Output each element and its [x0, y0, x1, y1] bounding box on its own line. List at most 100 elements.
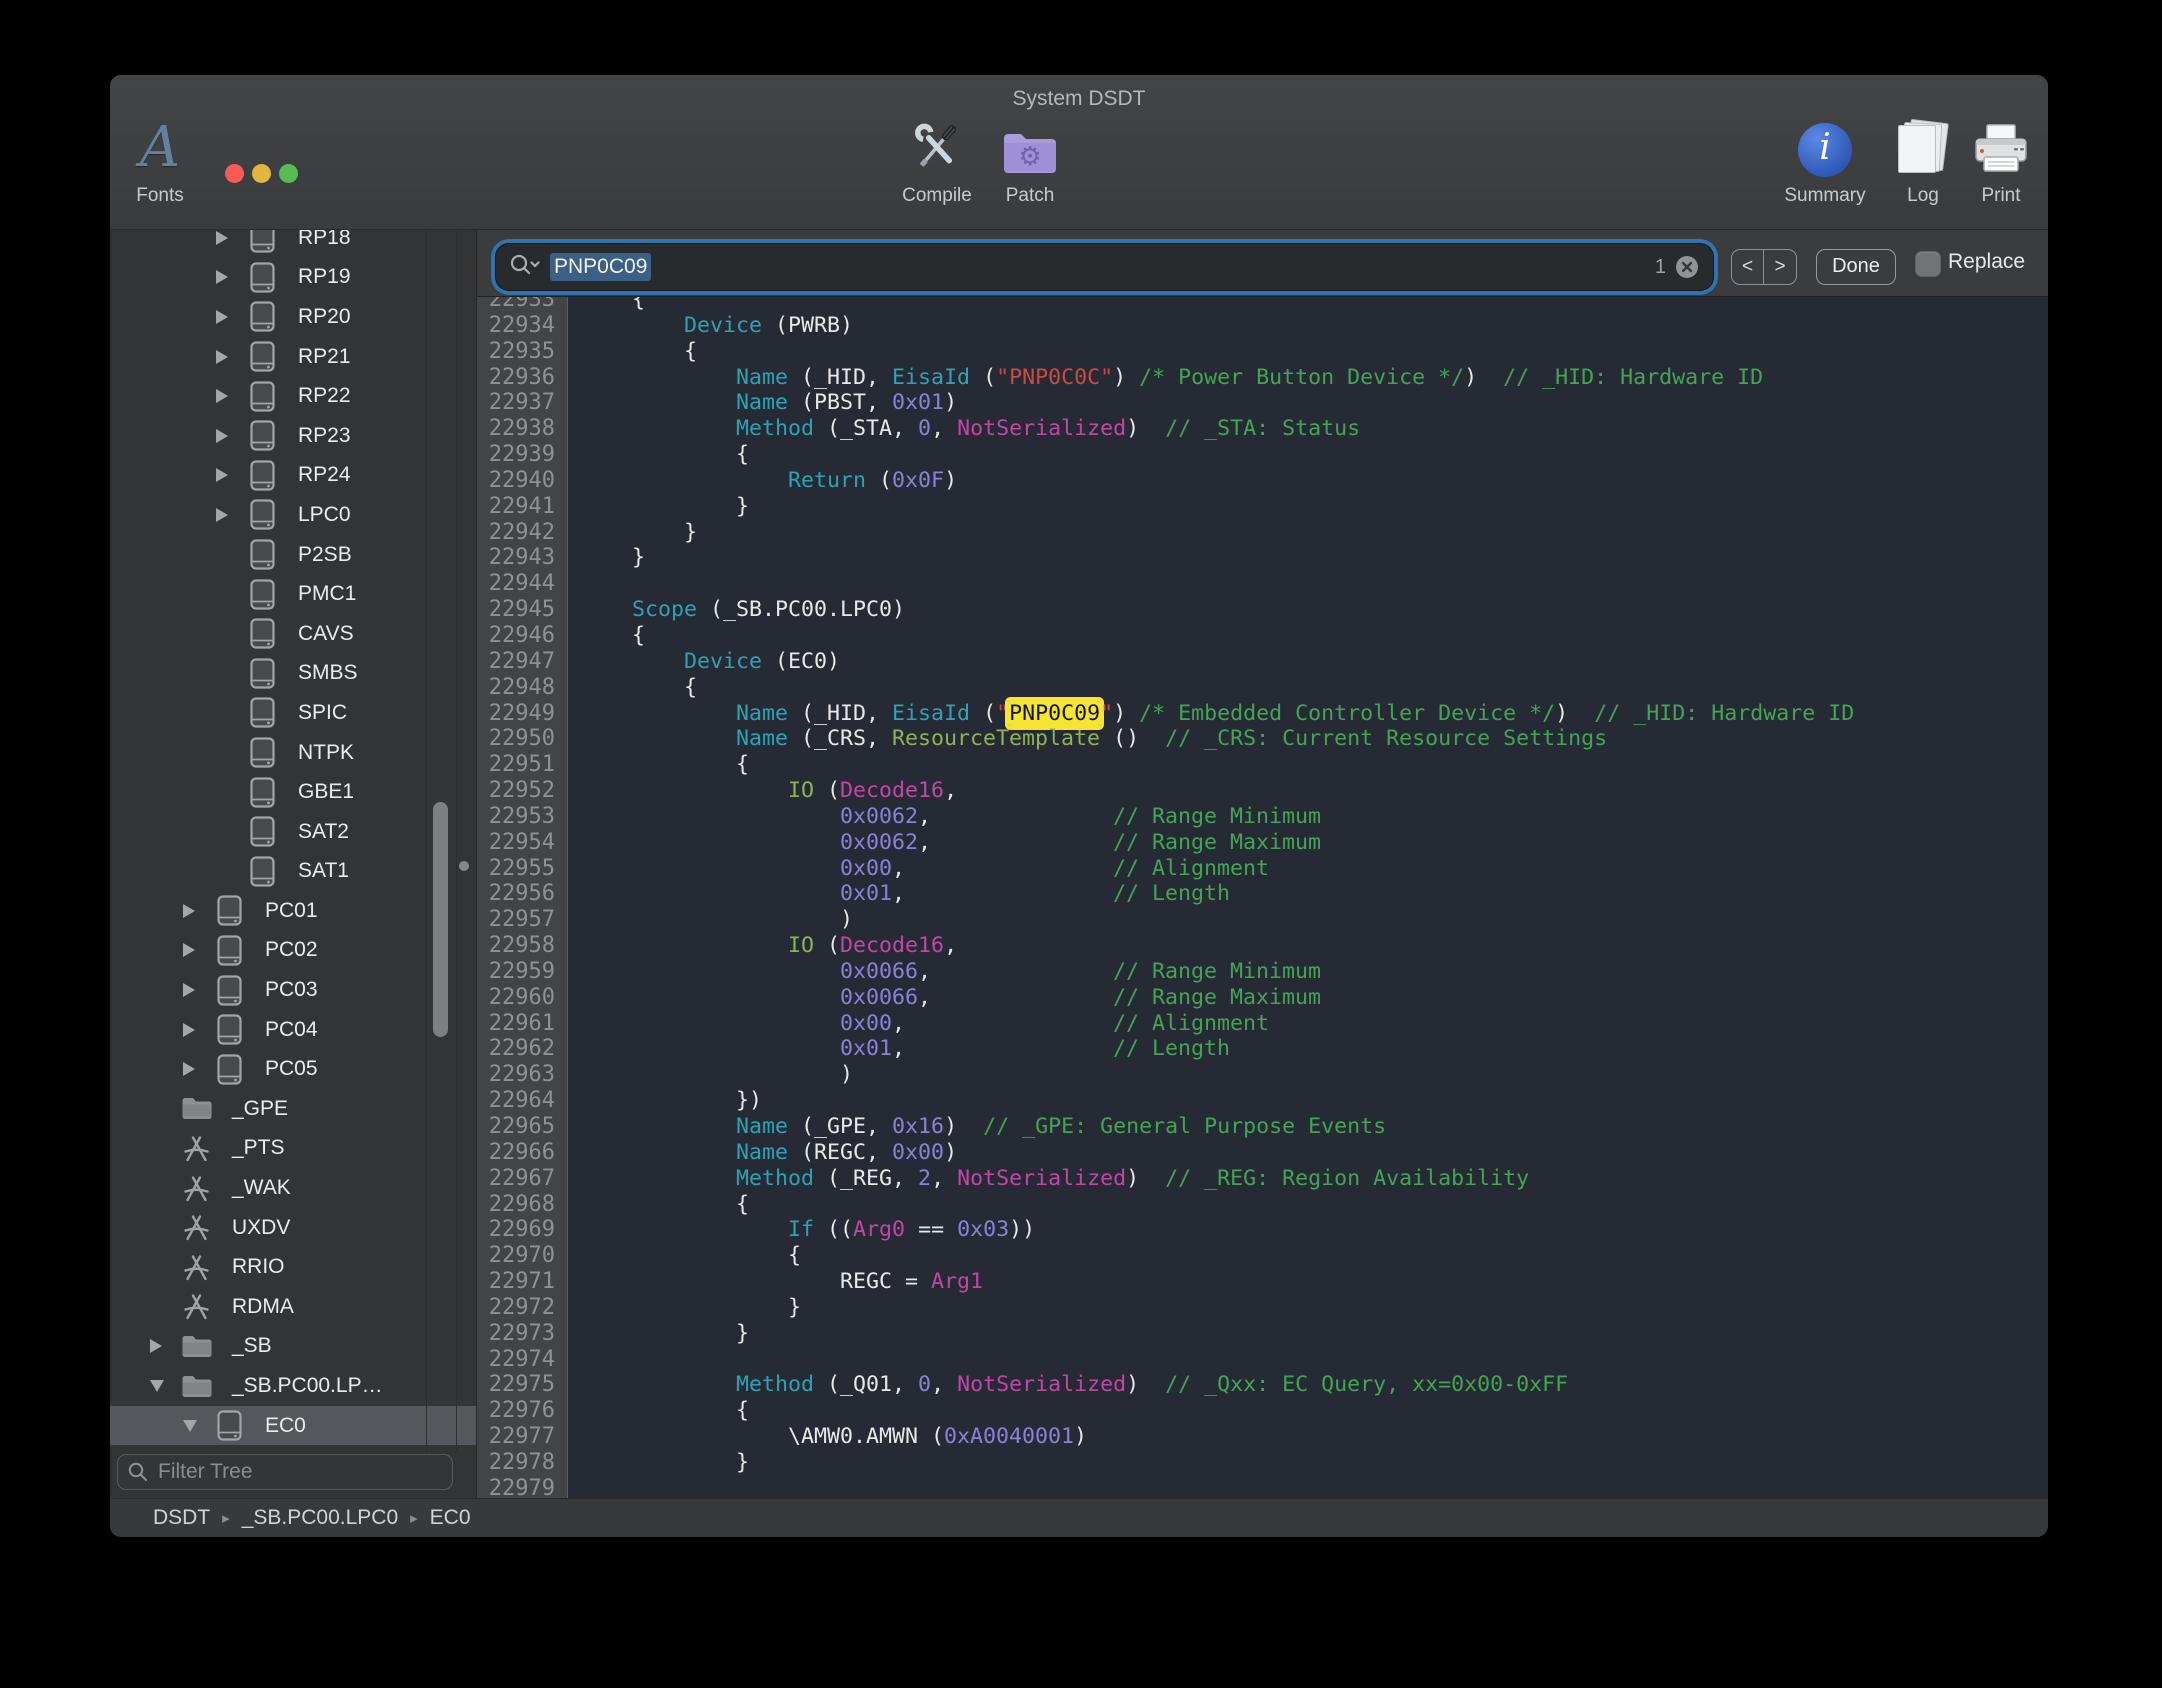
toolbar-item-patch[interactable]: ⚙Patch [975, 103, 1085, 207]
pane-divider[interactable] [476, 230, 477, 1498]
disclosure-toggle[interactable] [216, 231, 246, 245]
filter-tree-input[interactable]: Filter Tree [117, 1454, 453, 1490]
tree-item-pc01[interactable]: PC01 [110, 891, 477, 931]
chevron-right-icon [216, 350, 228, 364]
tree-item-pc03[interactable]: PC03 [110, 970, 477, 1010]
tree-item-ntpk[interactable]: NTPK [110, 733, 477, 773]
tree-item-lpc0[interactable]: LPC0 [110, 495, 477, 535]
method-icon [183, 1214, 210, 1241]
tree-item-rrio[interactable]: RRIO [110, 1247, 477, 1287]
tree-item-pc04[interactable]: PC04 [110, 1010, 477, 1050]
code-editor[interactable]: 22933 {22934 Device (PWRB)22935 {22936 N… [477, 297, 2048, 1498]
disclosure-toggle[interactable] [216, 429, 246, 443]
disclosure-toggle[interactable] [183, 983, 213, 997]
breadcrumb-item-ec0[interactable]: EC0 [430, 1506, 471, 1530]
tree-item-sat1[interactable]: SAT1 [110, 852, 477, 892]
folder-icon [181, 1334, 212, 1359]
sidebar: RP18RP19RP20RP21 RP22 RP23RP24LPC0P2SBPMC1… [110, 230, 477, 1498]
tree-item-_pts[interactable]: _PTS [110, 1129, 477, 1169]
line-number: 22975 [477, 1372, 562, 1398]
disclosure-toggle[interactable] [183, 1062, 213, 1076]
tree-item-pmc1[interactable]: PMC1 [110, 574, 477, 614]
code-line: 22963 ) [477, 1062, 2048, 1088]
tree-item-rp21[interactable]: RP21 [110, 337, 477, 377]
search-input[interactable]: PNP0C09 1 [495, 243, 1714, 291]
code-line: 22933 { [477, 297, 2048, 313]
device-icon [250, 381, 275, 412]
disclosure-toggle[interactable] [183, 1023, 213, 1037]
search-menu-icon[interactable] [508, 252, 542, 283]
disclosure-toggle[interactable] [216, 270, 246, 284]
find-previous-button[interactable]: < [1732, 250, 1764, 284]
disclosure-toggle[interactable] [216, 310, 246, 324]
app-window: System DSDT AFontsCompile⚙PatchiSummaryL… [110, 75, 2048, 1537]
tree-item-_gpe[interactable]: _GPE [110, 1089, 477, 1129]
chevron-right-icon [216, 270, 228, 284]
tree-item-pc05[interactable]: PC05 [110, 1049, 477, 1089]
disclosure-toggle[interactable] [216, 350, 246, 364]
splitter-handle[interactable] [459, 861, 469, 871]
code-line: 22937 Name (PBST, 0x01) [477, 390, 2048, 416]
tree-item-rdma[interactable]: RDMA [110, 1287, 477, 1327]
tree-item-label: _WAK [232, 1176, 291, 1200]
breadcrumb-item-_sbpc00lpc0[interactable]: _SB.PC00.LPC0 [242, 1506, 398, 1530]
minimize-button[interactable] [252, 164, 271, 183]
disclosure-toggle[interactable] [183, 904, 213, 918]
disclosure-toggle[interactable] [183, 943, 213, 957]
toolbar-item-fonts[interactable]: AFonts [110, 103, 215, 207]
tree-item-rp18[interactable]: RP18 [110, 230, 477, 258]
sidebar-scrollbar[interactable] [433, 802, 448, 1037]
tree-item-sat2[interactable]: SAT2 [110, 812, 477, 852]
disclosure-toggle[interactable] [183, 1420, 213, 1432]
line-number: 22944 [477, 571, 562, 597]
tree-item-rp20[interactable]: RP20 [110, 297, 477, 337]
find-next-button[interactable]: > [1764, 250, 1796, 284]
line-number: 22965 [477, 1114, 562, 1140]
tree-item-rp23[interactable]: RP23 [110, 416, 477, 456]
clear-search-button[interactable] [1676, 256, 1698, 278]
code-line: 22955 0x00, // Alignment [477, 856, 2048, 882]
tree-item-spic[interactable]: SPIC [110, 693, 477, 733]
tree-item-uxdv[interactable]: UXDV [110, 1208, 477, 1248]
line-number: 22935 [477, 339, 562, 365]
tree-item-ec0[interactable]: EC0 [110, 1406, 477, 1446]
toolbar-item-summary[interactable]: iSummary [1770, 103, 1880, 207]
tree-item-_sbpc00lp[interactable]: _SB.PC00.LP… [110, 1366, 477, 1406]
tree-item-pc02[interactable]: PC02 [110, 931, 477, 971]
tree-item-gbe1[interactable]: GBE1 [110, 772, 477, 812]
filter-search-icon [127, 1461, 149, 1483]
tree-item-label: RP22 [298, 384, 351, 408]
code-line: 22975 Method (_Q01, 0, NotSerialized) //… [477, 1372, 2048, 1398]
tree-item-_wak[interactable]: _WAK [110, 1168, 477, 1208]
disclosure-toggle[interactable] [150, 1380, 180, 1392]
line-number: 22969 [477, 1217, 562, 1243]
tree-item-_sb[interactable]: _SB [110, 1327, 477, 1367]
disclosure-toggle[interactable] [216, 389, 246, 403]
tree-item-rp19[interactable]: RP19 [110, 258, 477, 298]
find-prev-next: < > [1731, 249, 1797, 285]
breadcrumb-item-dsdt[interactable]: DSDT [153, 1506, 210, 1530]
tree-item-label: PC03 [265, 978, 318, 1002]
device-icon [250, 460, 275, 491]
done-button[interactable]: Done [1816, 249, 1896, 285]
zoom-button[interactable] [279, 164, 298, 183]
tree-item-rp24[interactable]: RP24 [110, 456, 477, 496]
tree-item-p2sb[interactable]: P2SB [110, 535, 477, 575]
replace-checkbox[interactable] [1916, 252, 1940, 276]
code-line: 22946 { [477, 623, 2048, 649]
close-button[interactable] [225, 164, 244, 183]
toolbar-item-print[interactable]: Print [1946, 103, 2048, 207]
chevron-right-icon [216, 508, 228, 522]
code-line: 22971 REGC = Arg1 [477, 1269, 2048, 1295]
tree-item-cavs[interactable]: CAVS [110, 614, 477, 654]
disclosure-toggle[interactable] [216, 508, 246, 522]
disclosure-toggle[interactable] [216, 468, 246, 482]
line-number: 22966 [477, 1140, 562, 1166]
tree-item-rp22[interactable]: RP22 [110, 376, 477, 416]
tree-item-label: SAT2 [298, 820, 349, 844]
tree-item-smbs[interactable]: SMBS [110, 654, 477, 694]
code-line: 22962 0x01, // Length [477, 1036, 2048, 1062]
tree-item-label: CAVS [298, 622, 354, 646]
disclosure-toggle[interactable] [150, 1339, 180, 1353]
folder-icon [181, 1374, 212, 1399]
